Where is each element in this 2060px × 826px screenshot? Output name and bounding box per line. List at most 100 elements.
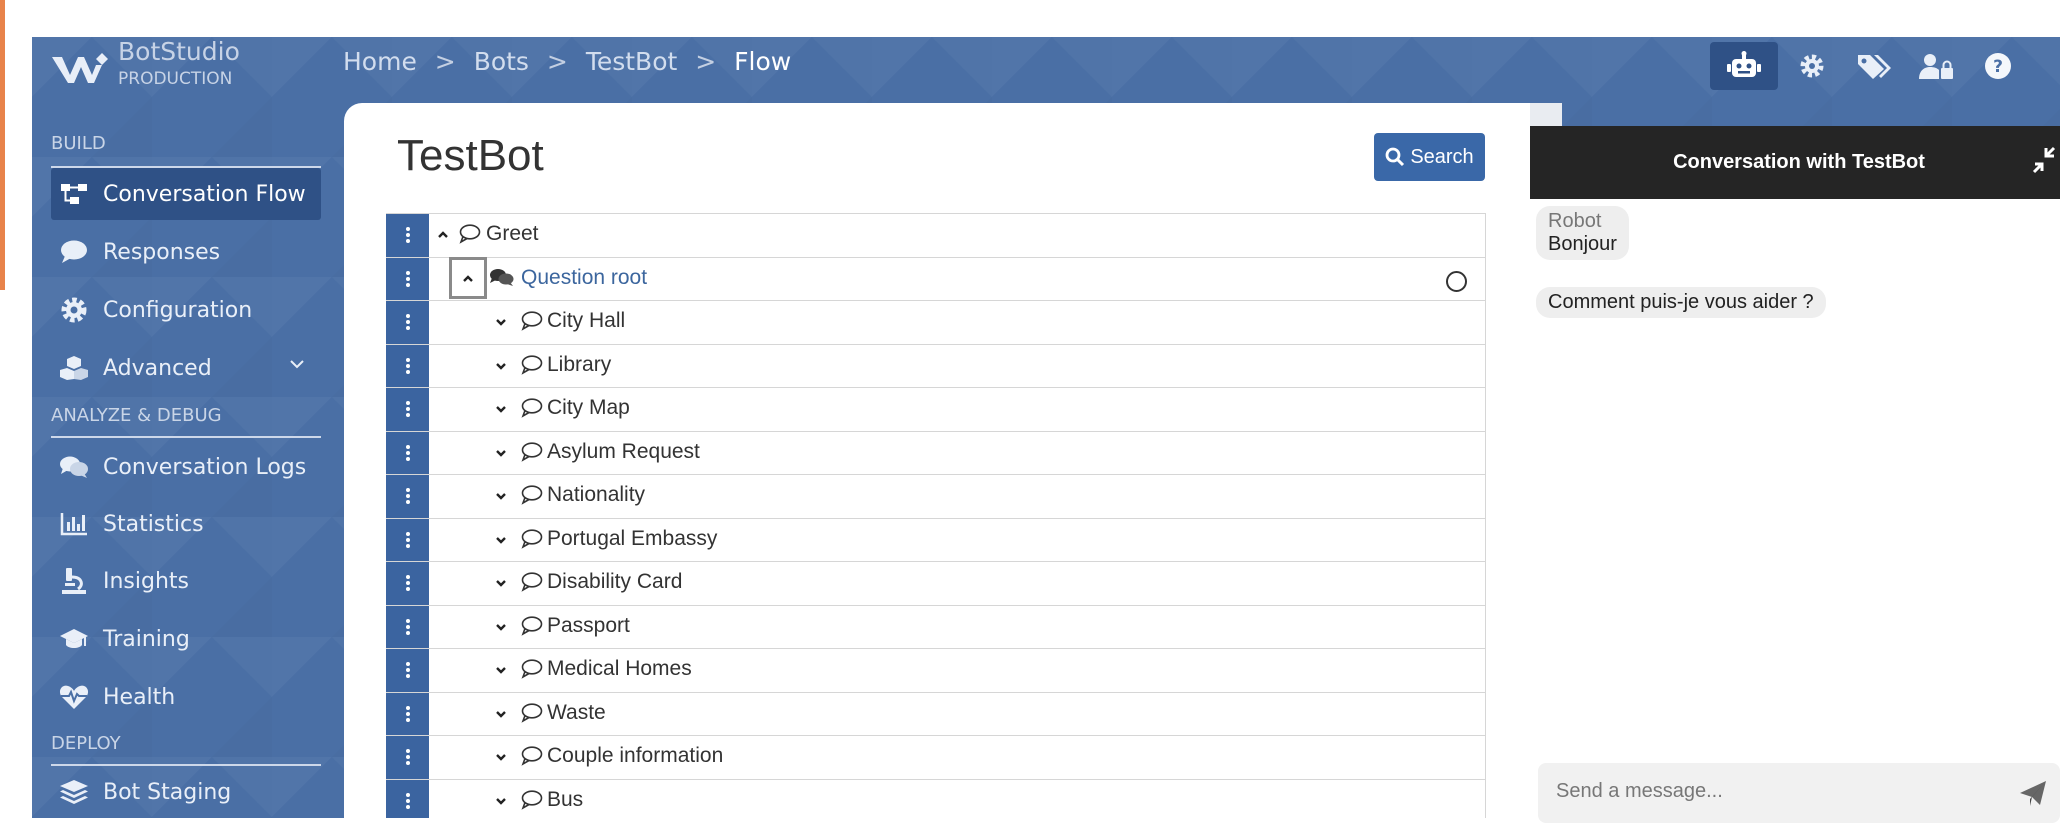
ellipsis-vertical-icon: [405, 618, 410, 635]
sidebar-item-training[interactable]: Training: [51, 613, 321, 665]
chevron-down-icon[interactable]: [493, 358, 509, 374]
drag-handle[interactable]: [386, 257, 429, 300]
ellipsis-vertical-icon: [405, 357, 410, 374]
comment-outline-icon: [521, 398, 543, 418]
chat-panel: Conversation with TestBot Robot Bonjour …: [1530, 126, 2060, 826]
comment-outline-icon: [521, 702, 543, 723]
comment-outline-icon: [521, 572, 543, 592]
robot-icon: [1727, 51, 1761, 77]
chevron-down-icon[interactable]: [493, 445, 509, 461]
chevron-down-icon[interactable]: [493, 793, 509, 809]
circle-outline-icon[interactable]: [1446, 270, 1467, 292]
sidebar-item-responses[interactable]: Responses: [51, 226, 321, 278]
tags-button[interactable]: [1846, 42, 1902, 90]
settings-button[interactable]: [1784, 42, 1840, 90]
tree-row[interactable]: Disability Card: [386, 562, 1486, 606]
graduation-cap-icon: [59, 627, 89, 651]
tree-row-greet[interactable]: Greet: [386, 213, 1486, 258]
chevron-down-icon[interactable]: [493, 662, 509, 678]
drag-handle[interactable]: [386, 388, 429, 431]
sidebar-item-bot-staging[interactable]: Bot Staging: [51, 766, 321, 818]
tree-row[interactable]: Asylum Request: [386, 431, 1486, 475]
drag-handle[interactable]: [386, 475, 429, 518]
ellipsis-vertical-icon: [405, 227, 410, 244]
chevron-up-icon[interactable]: [435, 227, 451, 243]
tree-node-label: Couple information: [547, 744, 724, 767]
tree-row[interactable]: Portugal Embassy: [386, 518, 1486, 562]
drag-handle[interactable]: [386, 344, 429, 387]
tree-row-question-root[interactable]: Question root: [386, 256, 1486, 301]
section-analyze: ANALYZE & DEBUG: [51, 405, 222, 426]
tree-node-label: Passport: [547, 613, 630, 637]
drag-handle[interactable]: [386, 214, 429, 257]
topbar-icons: ?: [1710, 40, 2032, 92]
sidebar-item-label: Conversation Logs: [103, 454, 307, 480]
chevron-down-icon[interactable]: [493, 749, 509, 765]
tree-row[interactable]: Library: [386, 344, 1486, 388]
ellipsis-vertical-icon: [405, 749, 410, 766]
chevron-down-icon[interactable]: [493, 619, 509, 635]
breadcrumb-testbot[interactable]: TestBot: [586, 47, 677, 76]
message-input[interactable]: Send a message...: [1538, 763, 2060, 823]
comment-outline-icon: [521, 354, 543, 375]
sidebar-item-conversation-flow[interactable]: Conversation Flow: [51, 168, 321, 220]
user-lock-button[interactable]: [1908, 42, 1964, 90]
tree-row[interactable]: Nationality: [386, 475, 1486, 519]
search-button[interactable]: Search: [1374, 133, 1485, 181]
tree-node-label: Nationality: [547, 483, 646, 506]
sidebar-item-label: Responses: [103, 239, 221, 265]
sidebar-item-advanced[interactable]: Advanced: [51, 342, 321, 394]
tree-row[interactable]: Couple information: [386, 736, 1486, 780]
drag-handle[interactable]: [386, 518, 429, 561]
chevron-down-icon[interactable]: [493, 314, 509, 330]
send-icon[interactable]: [2018, 779, 2048, 807]
chevron-down-icon[interactable]: [493, 706, 509, 722]
ellipsis-vertical-icon: [405, 401, 410, 418]
message-input-placeholder: Send a message...: [1556, 780, 1723, 802]
compress-icon[interactable]: [2032, 146, 2056, 174]
drag-handle[interactable]: [386, 301, 429, 344]
chevron-up-icon[interactable]: [460, 271, 476, 287]
sitemap-icon: [59, 183, 89, 205]
chat-message-bot: Robot Bonjour: [1536, 206, 1629, 260]
breadcrumb-current: Flow: [734, 47, 792, 76]
search-icon: [1385, 147, 1405, 167]
drag-handle[interactable]: [386, 736, 429, 779]
drag-handle[interactable]: [386, 605, 429, 648]
svg-text:?: ?: [1993, 57, 2003, 77]
sidebar-item-statistics[interactable]: Statistics: [51, 498, 321, 550]
tags-icon: [1858, 55, 1891, 79]
drag-handle[interactable]: [386, 431, 429, 474]
chevron-down-icon[interactable]: [493, 488, 509, 504]
drag-handle[interactable]: [386, 649, 429, 692]
chevron-down-icon[interactable]: [493, 532, 509, 548]
sidebar-item-configuration[interactable]: Configuration: [51, 284, 321, 336]
tree-node-label: Disability Card: [547, 570, 683, 593]
sidebar-item-conversation-logs[interactable]: Conversation Logs: [51, 441, 321, 493]
sidebar-item-insights[interactable]: Insights: [51, 555, 321, 607]
tree-row[interactable]: Waste: [386, 692, 1486, 736]
tree-row[interactable]: City Map: [386, 388, 1486, 432]
drag-handle[interactable]: [386, 562, 429, 605]
drag-handle[interactable]: [386, 779, 429, 818]
tree-row[interactable]: Passport: [386, 605, 1486, 649]
breadcrumb-bots[interactable]: Bots: [474, 47, 529, 76]
drag-handle[interactable]: [386, 692, 429, 735]
chat-message-text: Comment puis-je vous aider ?: [1548, 291, 1814, 313]
breadcrumb-home[interactable]: Home: [343, 47, 417, 76]
help-button[interactable]: ?: [1970, 42, 2026, 90]
tree-node-label[interactable]: Question root: [521, 266, 647, 290]
comment-outline-icon: [521, 528, 543, 549]
tree-row[interactable]: City Hall: [386, 301, 1486, 345]
tree-row[interactable]: Medical Homes: [386, 649, 1486, 693]
ellipsis-vertical-icon: [405, 575, 410, 592]
tree-row[interactable]: Bus: [386, 779, 1486, 818]
sidebar-item-health[interactable]: Health: [51, 671, 321, 723]
ellipsis-vertical-icon: [405, 705, 410, 722]
left-edge-accent: [0, 0, 5, 290]
cubes-icon: [59, 355, 89, 381]
chevron-down-icon[interactable]: [493, 575, 509, 591]
chevron-down-icon[interactable]: [493, 401, 509, 417]
robot-button[interactable]: [1710, 42, 1778, 90]
brand-name: BotStudio: [118, 37, 240, 66]
